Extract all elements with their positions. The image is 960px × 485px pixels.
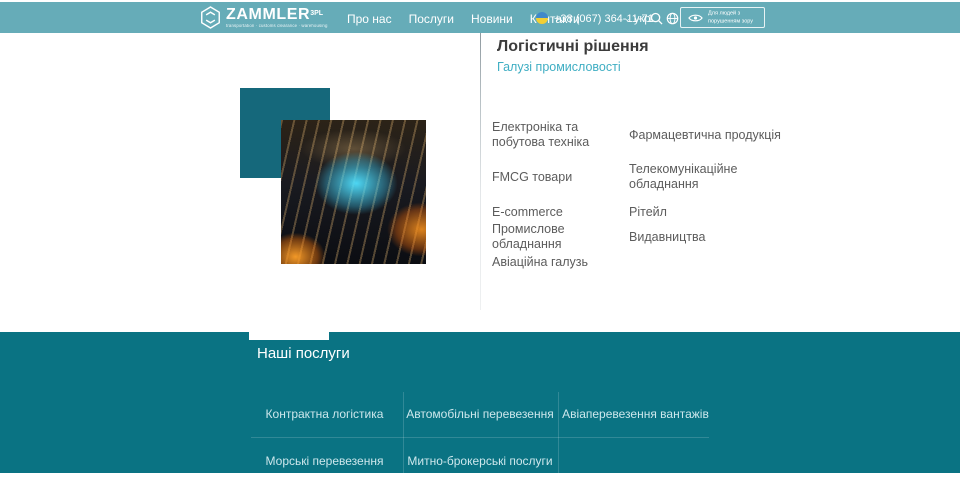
logo[interactable]: ZAMMLER3PL transportation · customs clea… — [200, 6, 367, 30]
service-link[interactable]: Контрактна логістика — [247, 390, 402, 437]
services-grid: Контрактна логістика Автомобільні переве… — [247, 390, 713, 485]
logo-3pl: 3PL — [310, 10, 323, 17]
industry-item[interactable]: Електроніка та побутова техніка — [492, 120, 629, 150]
section-notch — [249, 331, 329, 340]
zammler-logo-icon — [200, 6, 221, 29]
header-bar: ZAMMLER3PL transportation · customs clea… — [0, 2, 960, 33]
search-icon[interactable] — [650, 2, 663, 35]
service-link[interactable]: Морські перевезення — [247, 437, 402, 485]
vertical-divider — [480, 33, 481, 310]
nav-about[interactable]: Про нас — [347, 12, 392, 26]
industry-item[interactable]: Рітейл — [629, 205, 781, 220]
industry-item[interactable]: Видавництва — [629, 230, 781, 245]
services-title: Наші послуги — [257, 345, 350, 362]
industry-item[interactable]: Фармацевтична продукція — [629, 128, 781, 143]
industries-list: Електроніка та побутова техніка Фармацев… — [492, 118, 792, 272]
industry-item[interactable]: Авіаційна галузь — [492, 255, 629, 270]
a11y-label-line2: порушенням зору — [708, 18, 753, 26]
ukraine-flag-icon[interactable] — [536, 12, 548, 24]
nav-services[interactable]: Послуги — [409, 12, 454, 26]
industry-item[interactable]: Промислове обладнання — [492, 222, 629, 252]
page-title: Логістичні рішення — [497, 38, 649, 56]
industries-link[interactable]: Галузі промисловості — [497, 60, 621, 74]
logo-tagline: transportation · customs clearance · war… — [226, 24, 328, 28]
logo-brand: ZAMMLER3PL — [226, 6, 367, 23]
globe-icon[interactable] — [666, 2, 679, 35]
industry-item[interactable]: Телекомунікаційне обладнання — [629, 162, 781, 192]
a11y-label-line1: Для людей з — [708, 10, 753, 18]
chevron-down-icon[interactable]: ⌄ — [624, 2, 631, 35]
service-link[interactable]: Авіаперевезення вантажів — [558, 390, 713, 437]
industry-item[interactable]: FMCG товари — [492, 170, 629, 185]
nav-news[interactable]: Новини — [471, 12, 513, 26]
language-switcher[interactable]: укр — [634, 2, 650, 35]
service-cell-empty — [558, 437, 713, 485]
eye-icon — [688, 13, 703, 23]
industry-item[interactable]: E-commerce — [492, 205, 629, 220]
warehouse-lightpainting-photo — [281, 120, 426, 264]
service-link[interactable]: Митно-брокерські послуги — [402, 437, 558, 485]
service-link[interactable]: Автомобільні перевезення — [402, 390, 558, 437]
accessibility-button[interactable]: Для людей з порушенням зору — [680, 7, 765, 28]
